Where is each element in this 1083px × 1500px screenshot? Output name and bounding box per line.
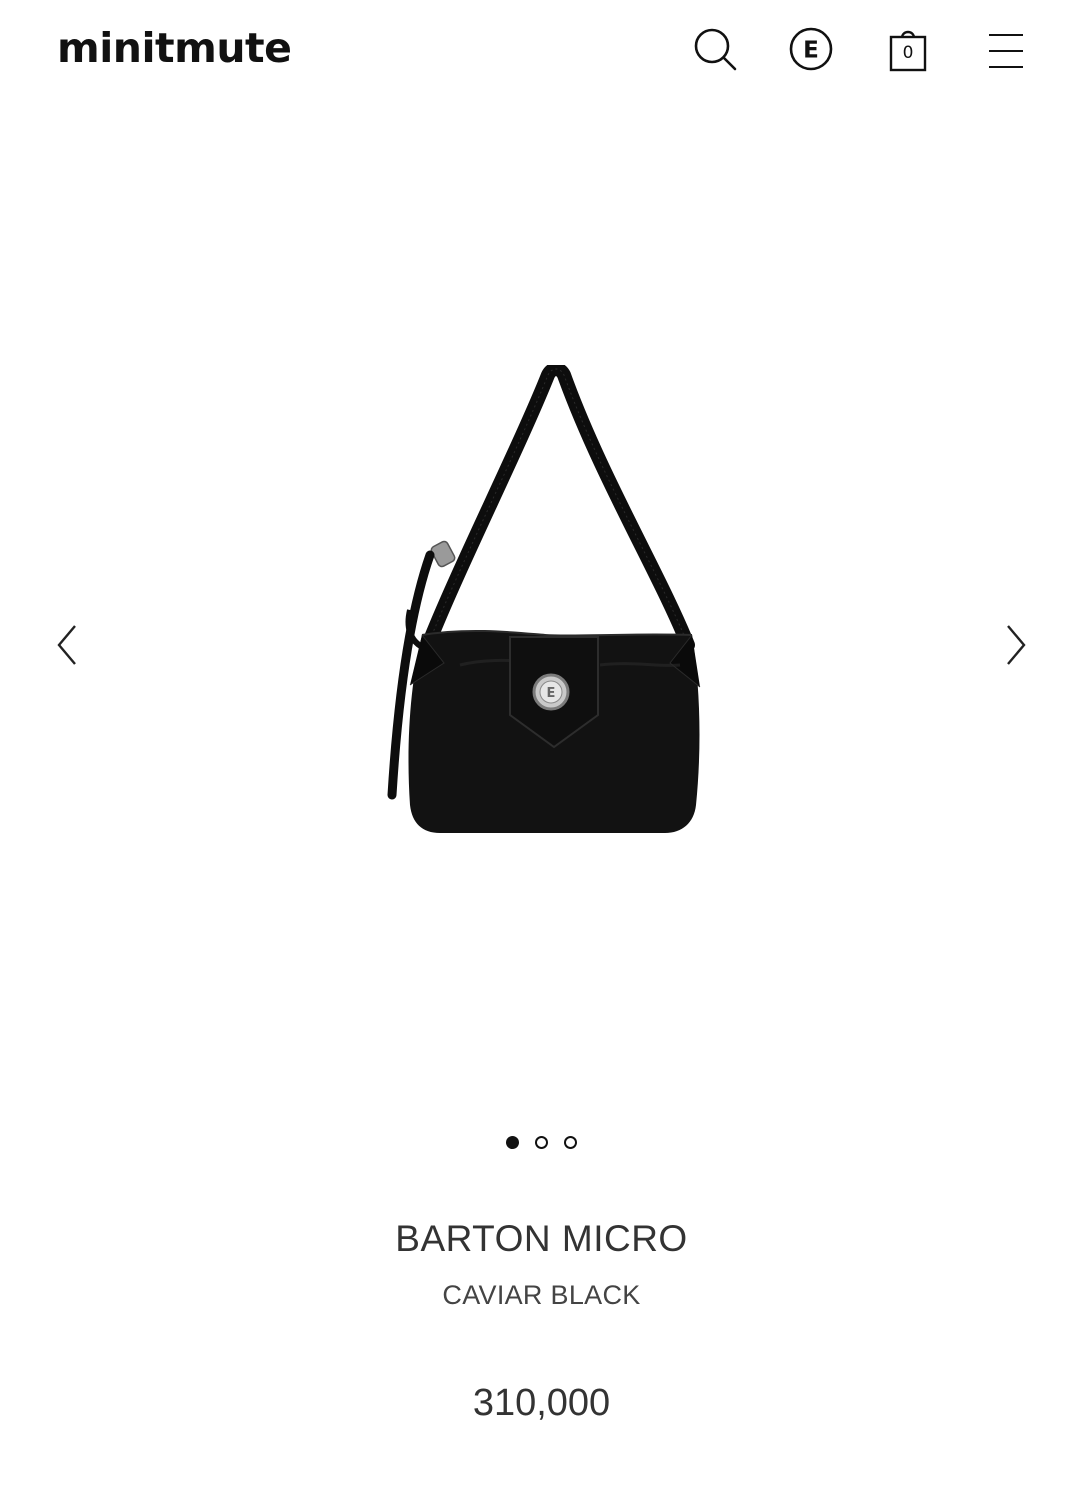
carousel-indicators <box>0 1136 1083 1156</box>
hamburger-menu-icon <box>989 34 1023 68</box>
search-icon <box>694 28 737 71</box>
chevron-right-icon <box>1007 625 1026 665</box>
product-color: CAVIAR BLACK <box>442 1280 641 1310</box>
badge-letter: E <box>547 686 556 701</box>
menu-button[interactable] <box>981 24 1031 74</box>
brand-emblem-button[interactable]: E <box>786 24 836 74</box>
site-header: minitmute E 0 <box>0 0 1083 100</box>
product-name: BARTON MICRO <box>395 1218 688 1259</box>
carousel-dot-2[interactable] <box>535 1136 548 1149</box>
brand-logo[interactable]: minitmute <box>57 24 292 72</box>
cart-button[interactable]: 0 <box>883 24 933 74</box>
brand-emblem-icon: E <box>789 27 833 71</box>
product-price: 310,000 <box>472 1382 611 1424</box>
carousel-dot-1[interactable] <box>506 1136 519 1149</box>
product-gallery: E <box>0 100 1083 1100</box>
product-image[interactable]: E <box>370 365 715 845</box>
prev-slide-button[interactable] <box>48 620 88 670</box>
cart-count: 0 <box>902 43 914 63</box>
emblem-letter: E <box>803 38 819 64</box>
search-button[interactable] <box>690 24 740 74</box>
next-slide-button[interactable] <box>995 620 1035 670</box>
carousel-dot-3[interactable] <box>564 1136 577 1149</box>
chevron-left-icon <box>57 625 76 665</box>
